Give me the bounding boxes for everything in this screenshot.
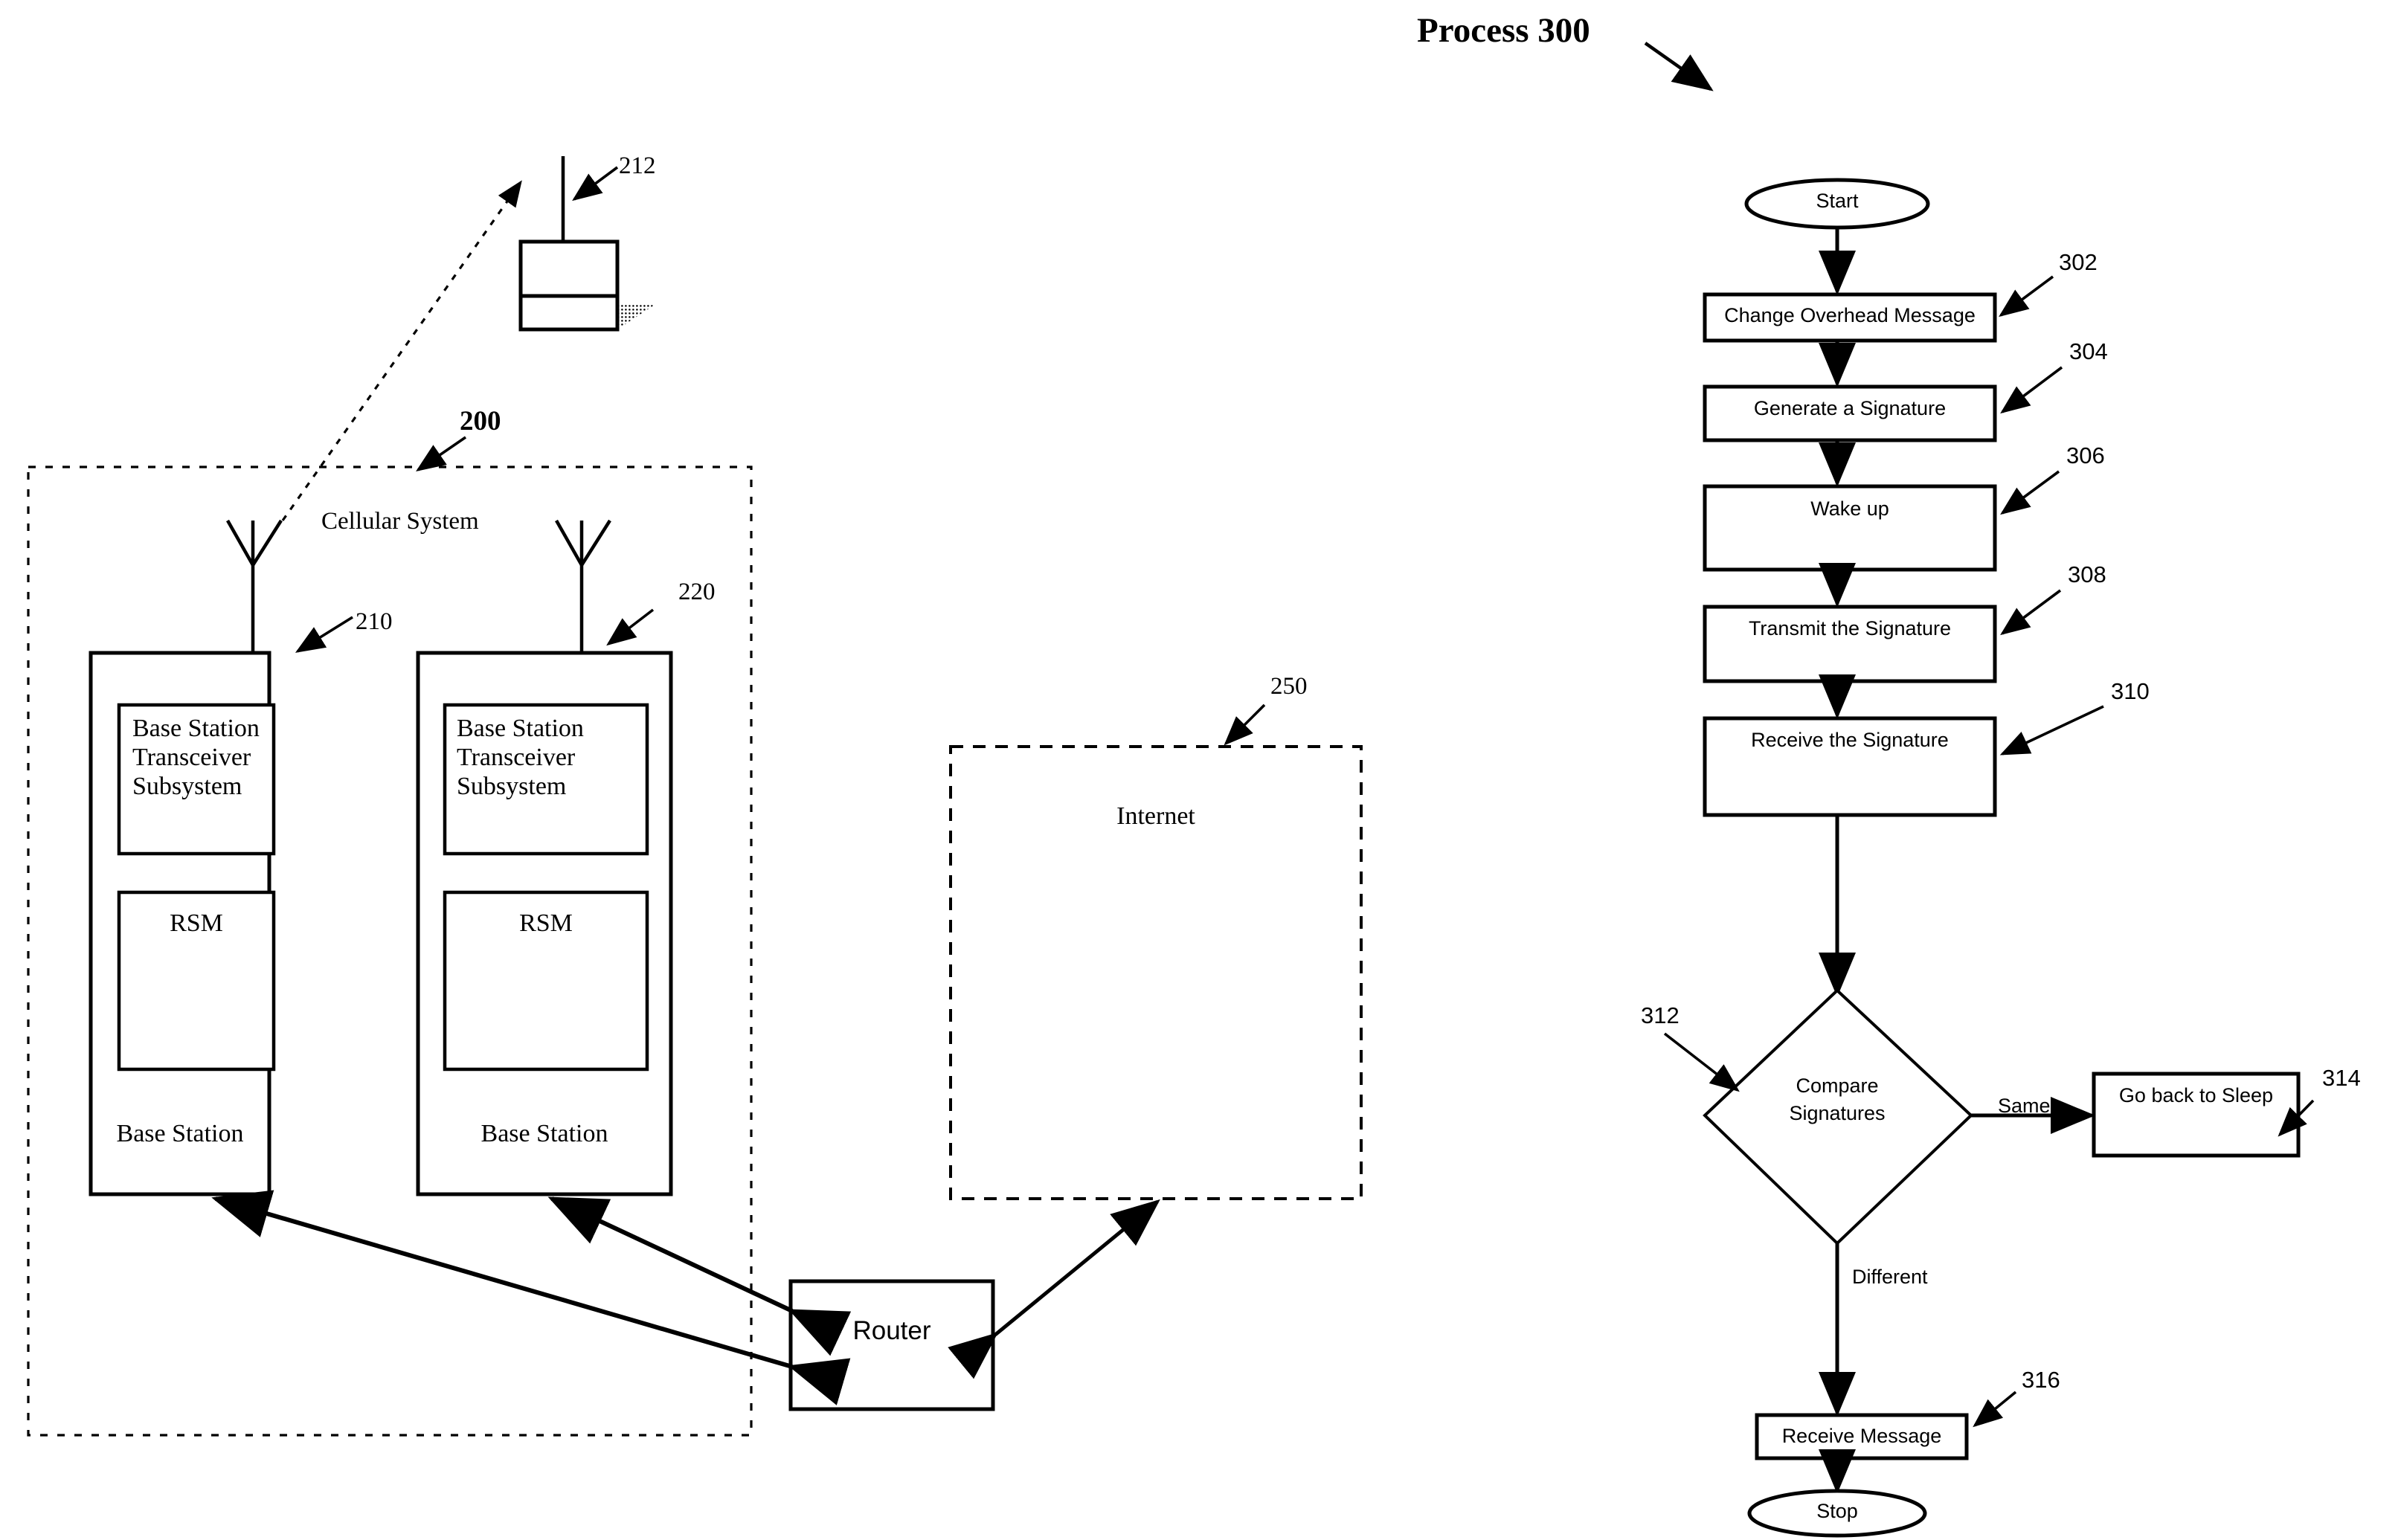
base-station-2-name-label: Base Station (480, 1120, 608, 1147)
ref-314-label: 314 (2322, 1065, 2361, 1091)
process-title-arrow (1644, 42, 1714, 91)
step-310-label: Receive the Signature (1751, 729, 1949, 751)
page-title: Process 300 (1417, 11, 1590, 50)
step-308-label: Transmit the Signature (1748, 617, 1952, 639)
radio-link-dotted (281, 180, 522, 521)
ref-302-label: 302 (2059, 249, 2098, 275)
branch-different-label: Different (1852, 1266, 1928, 1288)
base-station-1-name-label: Base Station (116, 1120, 244, 1147)
ref-312-label: 312 (1641, 1002, 1680, 1028)
ref-250-label: 250 (1270, 673, 1308, 700)
mobile-station-212 (518, 156, 655, 332)
branch-same-label: Same (1998, 1095, 2051, 1117)
base-station-1-rsm-label: RSM (170, 909, 223, 937)
router-label: Router (852, 1316, 931, 1345)
figure-vector-layer (27, 42, 2315, 1538)
ref-306-label: 306 (2066, 442, 2105, 468)
base-station-210-graphics (89, 519, 353, 1196)
patent-figure-page: Process 300 212 200 Cellular System 210 … (0, 0, 2401, 1540)
base-station-2-transceiver-label: Base Station Transceiver Subsystem (457, 715, 584, 801)
ref-212-label: 212 (619, 152, 656, 179)
ref-200-label: 200 (460, 406, 501, 436)
decision-label-line2: Signatures (1789, 1102, 1886, 1124)
ref-316-label: 316 (2022, 1367, 2060, 1393)
step-304-label: Generate a Signature (1753, 397, 1947, 419)
flowchart-graphics (1663, 178, 2315, 1538)
router-basestation-links (211, 1190, 852, 1405)
flowchart-start-label: Start (1816, 190, 1859, 212)
ref-220-label: 220 (678, 579, 716, 605)
ref-304-label: 304 (2069, 338, 2108, 364)
step-302-label: Change Overhead Message (1724, 304, 1976, 326)
ref-210-label: 210 (356, 608, 393, 635)
ref-308-label: 308 (2068, 561, 2106, 587)
step-314-label: Go back to Sleep (2118, 1084, 2274, 1106)
base-station-2-rsm-label: RSM (519, 909, 573, 937)
internet-box-graphics (949, 703, 1363, 1200)
flowchart-stop-label: Stop (1816, 1500, 1858, 1522)
internet-label: Internet (1116, 802, 1195, 830)
cellular-system-label: Cellular System (321, 508, 479, 535)
ref-310-label: 310 (2111, 678, 2150, 704)
step-316-label: Receive Message (1781, 1425, 1942, 1447)
base-station-220-graphics (416, 519, 673, 1196)
step-306-label: Wake up (1810, 497, 1889, 520)
base-station-1-transceiver-label: Base Station Transceiver Subsystem (132, 715, 260, 801)
decision-label-line1: Compare (1796, 1075, 1879, 1097)
router-internet-link (948, 1199, 1160, 1379)
